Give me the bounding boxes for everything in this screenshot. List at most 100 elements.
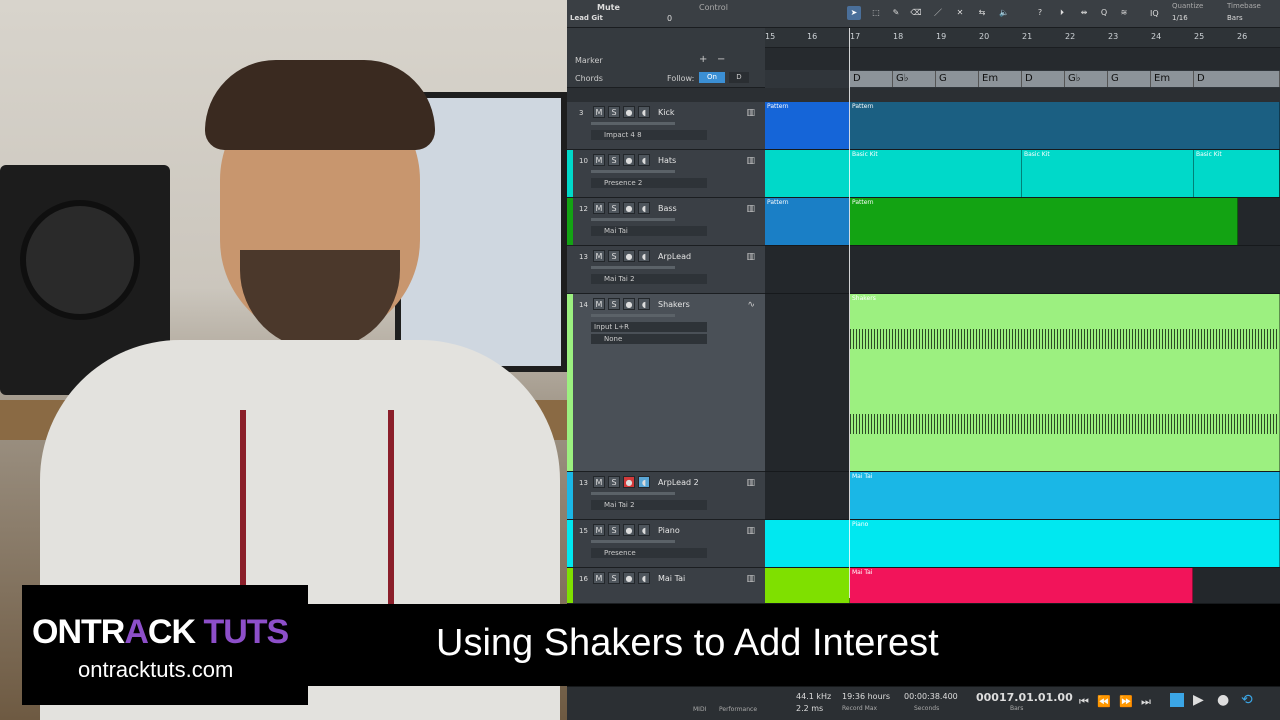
chord[interactable]: D [850,71,893,87]
track-name[interactable]: Shakers [658,300,690,309]
forward-icon[interactable]: ⏩ [1119,695,1133,708]
quantize-value[interactable]: 1/16 [1172,14,1188,22]
instrument-select[interactable]: Mai Tai 2 [591,274,707,284]
volume-fader[interactable] [591,266,675,269]
monitor-input-button[interactable]: ◖ [638,106,650,118]
volume-fader[interactable] [591,540,675,543]
play-icon[interactable]: ▶ [1193,692,1204,708]
pencil-tool-icon[interactable]: ✎ [889,6,903,20]
record-button[interactable]: ● [623,154,635,166]
record-button[interactable]: ● [623,572,635,584]
chord-lane[interactable]: D G♭ G Em D G♭ G Em D [765,70,1280,88]
solo-button[interactable]: S [608,524,620,536]
follow-on-button[interactable]: On [699,72,725,83]
clip-pattern[interactable]: Pattern [850,198,1238,245]
clip-mai-tai[interactable]: Mai Tai [850,472,1280,519]
chord[interactable]: G♭ [1065,71,1108,87]
track-name[interactable]: Mai Tai [658,574,685,583]
monitor-input-button[interactable]: ◖ [638,476,650,488]
solo-button[interactable]: S [608,298,620,310]
marker-lane[interactable] [765,48,1280,70]
range-tool-icon[interactable]: ⬚ [869,6,883,20]
timeline-ruler[interactable]: 15 16 17 18 19 20 21 22 23 24 25 26 [765,28,1280,48]
monitor-input-button[interactable]: ◖ [638,524,650,536]
timebase-value[interactable]: Bars [1227,14,1243,22]
clip-pattern[interactable]: Pattern [765,102,850,149]
snap-icon[interactable]: ⏵ [1055,6,1069,20]
chord[interactable]: D [1194,71,1280,87]
chord[interactable]: Em [1151,71,1194,87]
follow-d-button[interactable]: D [729,72,749,83]
lane-hats[interactable]: Basic Kit Basic Kit Basic Kit [765,150,1280,198]
chord[interactable]: G♭ [893,71,936,87]
track-arplead-2[interactable]: 13 M S ● ◖ ArpLead 2 Mai Tai 2 ▥ [567,472,765,520]
track-kick[interactable]: 3 M S ● ◖ Kick Impact 4 8 ▥ [567,102,765,150]
volume-fader[interactable] [591,492,675,495]
arrow-tool-icon[interactable]: ➤ [847,6,861,20]
monitor-input-button[interactable]: ◖ [638,250,650,262]
chord[interactable]: Em [979,71,1022,87]
record-button[interactable]: ● [623,298,635,310]
monitor-button[interactable]: M [593,524,605,536]
add-marker-button[interactable]: + [699,54,707,65]
solo-button[interactable]: S [608,202,620,214]
loop-icon[interactable]: ⟲ [1241,692,1253,708]
clip-basic-kit[interactable]: Basic Kit [850,150,1022,197]
clip-piano[interactable]: Piano [765,520,1280,567]
lane-arplead[interactable] [765,246,1280,294]
track-name[interactable]: ArpLead 2 [658,478,699,487]
clip-basic-kit[interactable]: Basic Kit [1194,150,1280,197]
volume-fader[interactable] [591,218,675,221]
remove-marker-button[interactable]: − [717,54,725,65]
monitor-input-button[interactable]: ◖ [638,154,650,166]
lane-arplead-2[interactable]: Mai Tai [765,472,1280,520]
record-button[interactable]: ● [623,250,635,262]
solo-button[interactable]: S [608,154,620,166]
lane-mai-tai[interactable]: Mai Tai [765,568,1280,604]
monitor-button[interactable]: M [593,476,605,488]
track-piano[interactable]: 15 M S ● ◖ Piano Presence ▥ [567,520,765,568]
solo-button[interactable]: S [608,250,620,262]
track-bass[interactable]: 12 M S ● ◖ Bass Mai Tai ▥ [567,198,765,246]
record-button[interactable]: ● [623,202,635,214]
rewind-icon[interactable]: ⏪ [1097,695,1111,708]
chord[interactable]: D [1022,71,1065,87]
listen-tool-icon[interactable]: 🔈 [997,6,1011,20]
solo-button[interactable]: S [608,572,620,584]
clip-pattern[interactable]: Pattern [850,102,1280,149]
output-select[interactable]: None [591,334,707,344]
monitor-button[interactable]: M [593,572,605,584]
rewind-start-icon[interactable]: ⏮ [1079,695,1089,709]
paint-tool-icon[interactable]: ／ [931,6,945,20]
clip-shakers[interactable]: Shakers [850,294,1280,471]
monitor-button[interactable]: M [593,202,605,214]
chord[interactable]: G [936,71,979,87]
track-name[interactable]: Hats [658,156,676,165]
snap-grid-icon[interactable]: ⇹ [1077,6,1091,20]
instrument-select[interactable]: Presence [591,548,707,558]
monitor-button[interactable]: M [593,250,605,262]
clip-mai-tai[interactable] [765,568,850,603]
clip-mai-tai[interactable]: Mai Tai [850,568,1193,603]
track-hats[interactable]: 10 M S ● ◖ Hats Presence 2 ▥ [567,150,765,198]
forward-end-icon[interactable]: ⏭ [1141,695,1151,709]
stop-icon[interactable] [1170,693,1184,707]
clip-pattern[interactable]: Pattern [765,198,850,245]
monitor-input-button[interactable]: ◖ [638,298,650,310]
instrument-select[interactable]: Presence 2 [591,178,707,188]
track-mai-tai[interactable]: 16 M S ● ◖ Mai Tai ▥ [567,568,765,604]
track-arplead[interactable]: 13 M S ● ◖ ArpLead Mai Tai 2 ▥ [567,246,765,294]
playhead[interactable] [849,28,850,598]
monitor-button[interactable]: M [593,106,605,118]
autoscroll-icon[interactable]: ≋ [1117,6,1131,20]
record-button[interactable]: ● [623,476,635,488]
record-button[interactable]: ● [623,524,635,536]
track-shakers[interactable]: 14 M S ● ◖ Shakers Input L+R None ∿ [567,294,765,472]
solo-button[interactable]: S [608,476,620,488]
monitor-input-button[interactable]: ◖ [638,202,650,214]
volume-fader[interactable] [591,122,675,125]
instrument-select[interactable]: Mai Tai [591,226,707,236]
lane-shakers[interactable]: Shakers [765,294,1280,472]
lane-piano[interactable]: Piano [765,520,1280,568]
chord[interactable]: G [1108,71,1151,87]
